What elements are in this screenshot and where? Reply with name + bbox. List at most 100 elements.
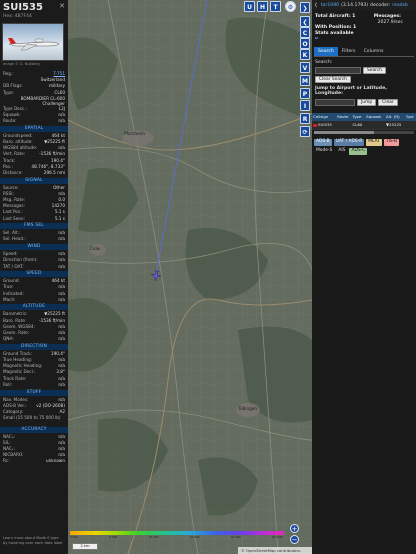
- collapse-chevron-icon[interactable]: ❮: [300, 16, 310, 27]
- route-value: n/a: [58, 118, 65, 124]
- altitude-ticks: 2 000 6 000 10 000 20 000 30 000 40 000+: [70, 535, 284, 539]
- spatial-value: 296.5 nmi: [43, 169, 65, 175]
- table-row[interactable]: SUI535 CL60 ▼25225: [312, 120, 416, 130]
- source-adsb: ADS-B: [314, 138, 332, 146]
- direction-value: n/a: [58, 381, 65, 387]
- accuracy-list: NACₚ: n/a SIL: n/a NACᵥ: n/a NICBARO: n/a Rc: unk…: [0, 434, 68, 465]
- zoom-out-button[interactable]: −: [290, 535, 299, 544]
- map-button-k[interactable]: K: [300, 49, 310, 60]
- source-uat: UAT / ADS-R: [333, 138, 365, 146]
- fms-value: n/a: [58, 236, 65, 242]
- map-button-p[interactable]: P: [300, 88, 310, 99]
- section-stuff: STUFF: [0, 389, 68, 396]
- map-view[interactable]: Pforzheim Calw Tübingen U H T ⚙ 2 000 6 …: [68, 0, 312, 554]
- accuracy-label[interactable]: Rc:: [3, 458, 10, 464]
- map-button-h[interactable]: H: [257, 1, 268, 12]
- column-header[interactable]: Route: [336, 112, 352, 121]
- map-button-r[interactable]: R: [300, 113, 310, 124]
- jump-button[interactable]: Jump: [357, 98, 377, 106]
- speed-row: Mach: n/a: [0, 297, 68, 303]
- total-aircraft-label: Total Aircraft:: [315, 14, 351, 19]
- altitude-tick: 30 000: [230, 535, 241, 539]
- jump-input[interactable]: [315, 98, 355, 106]
- signal-label[interactable]: Last Seen:: [3, 216, 25, 222]
- table-scrollbar[interactable]: [314, 130, 414, 134]
- tab-columns[interactable]: Columns: [360, 47, 388, 56]
- clear-search-button[interactable]: Clear Search: [315, 75, 351, 83]
- stats-block: Total Aircraft: 1 Messages: 2027.9/sec W…: [312, 10, 416, 42]
- wind-label[interactable]: TAT / OAT:: [3, 264, 24, 270]
- column-header[interactable]: Spd: [405, 112, 416, 121]
- section-direction: DIRECTION: [0, 343, 68, 350]
- fms-label[interactable]: Sel. Head.:: [3, 236, 26, 242]
- source-adsc: ADS-C: [349, 147, 368, 155]
- town-label-tubingen: Tübingen: [238, 406, 258, 411]
- direction-row: Roll: n/a: [0, 382, 68, 388]
- type-label: Type:: [3, 89, 15, 95]
- info-footer-text: Learn more about Mode S type by hovering…: [3, 536, 63, 545]
- altitude-legend: 2 000 6 000 10 000 20 000 30 000 40 000+: [70, 531, 284, 539]
- sidebar-tabs: Search Filters Columns: [314, 46, 414, 57]
- version-text: (3.14.1793): [341, 2, 369, 8]
- search-label: Search:: [315, 59, 333, 65]
- stats-link[interactable]: Stats available: [315, 31, 354, 36]
- aircraft-table: Callsign Route Type Squawk Alt. (ft) Spd…: [312, 112, 416, 130]
- column-header[interactable]: Squawk: [365, 112, 386, 121]
- sidebar-toggle-icon[interactable]: ❮: [314, 3, 318, 8]
- section-fms: FMS SEL: [0, 223, 68, 230]
- wind-value: n/a: [58, 263, 65, 269]
- map-button-i[interactable]: I: [300, 100, 310, 111]
- jump-label: Jump to Airport or Latitude, Longitude:: [315, 85, 387, 97]
- refresh-icon[interactable]: ⟳: [300, 126, 310, 137]
- signal-list: Source: Other RSSI: n/a Msg. Rate: 0.0 Message…: [0, 185, 68, 222]
- route-label: Route:: [3, 118, 17, 124]
- typename-value: BOMBARDIER CL-600 Challenger: [20, 95, 65, 106]
- source-tisb: TIS-B: [383, 138, 400, 146]
- aircraft-photo[interactable]: [2, 23, 64, 61]
- direction-label[interactable]: Roll:: [3, 382, 12, 388]
- decoder-label: decoder:: [370, 2, 391, 8]
- settings-gear-icon[interactable]: ⚙: [285, 1, 296, 12]
- tab-search[interactable]: Search: [314, 46, 338, 56]
- map-button-m[interactable]: M: [300, 75, 310, 86]
- tab-filters[interactable]: Filters: [338, 47, 360, 56]
- clear-jump-button[interactable]: Clear: [378, 98, 398, 106]
- town-label-calw: Calw: [90, 246, 101, 251]
- section-speed: SPEED: [0, 271, 68, 278]
- with-position-label: With Position:: [315, 25, 352, 30]
- table-cell-route: [336, 120, 352, 130]
- column-header[interactable]: Type: [351, 112, 366, 121]
- column-header[interactable]: Callsign: [312, 112, 337, 121]
- speed-label[interactable]: Mach:: [3, 297, 16, 303]
- map-button-o[interactable]: O: [300, 38, 310, 49]
- search-button[interactable]: Search: [363, 66, 387, 74]
- altitude-label[interactable]: QNH:: [3, 336, 14, 342]
- toggle-sidebar-chevron-icon[interactable]: ❯: [300, 2, 310, 13]
- wind-row: TAT / OAT: n/a: [0, 264, 68, 270]
- map-button-u[interactable]: U: [244, 1, 255, 12]
- decoder-link[interactable]: readsb: [392, 3, 408, 8]
- selected-callsign: SUI535: [3, 2, 43, 13]
- altitude-value: n/a: [58, 336, 65, 342]
- photo-credit: Image © G. Nuβberg: [3, 62, 40, 66]
- messages-value: 2027.9/sec: [377, 19, 403, 25]
- close-icon[interactable]: ✕: [59, 2, 65, 10]
- signal-value: 5.1 s: [54, 215, 65, 221]
- zoom-in-button[interactable]: +: [290, 524, 299, 533]
- altitude-row: QNH: n/a: [0, 336, 68, 342]
- search-input[interactable]: [315, 66, 361, 74]
- column-header[interactable]: Alt. (ft): [385, 112, 406, 121]
- map-button-t[interactable]: T: [270, 1, 281, 12]
- spatial-label[interactable]: Distance:: [3, 170, 23, 176]
- map-button-v[interactable]: V: [300, 62, 310, 73]
- fms-row: Sel. Head.: n/a: [0, 236, 68, 242]
- search-pane: Search: Search Clear Search Jump to Airp…: [312, 57, 416, 109]
- map-button-c[interactable]: C: [300, 27, 310, 38]
- signal-row: Last Seen: 5.1 s: [0, 216, 68, 222]
- selected-hex: Hex: 4B7F44: [3, 14, 32, 19]
- tar1090-link[interactable]: tar1090: [321, 3, 339, 8]
- table-cell-callsign: SUI535: [312, 120, 337, 130]
- stats-link-icon[interactable]: ▸▸: [315, 36, 413, 42]
- town-label-pforzheim: Pforzheim: [124, 131, 145, 136]
- speed-list: Ground: 464 kt True: n/a Indicated: n/a Mach: n…: [0, 278, 68, 303]
